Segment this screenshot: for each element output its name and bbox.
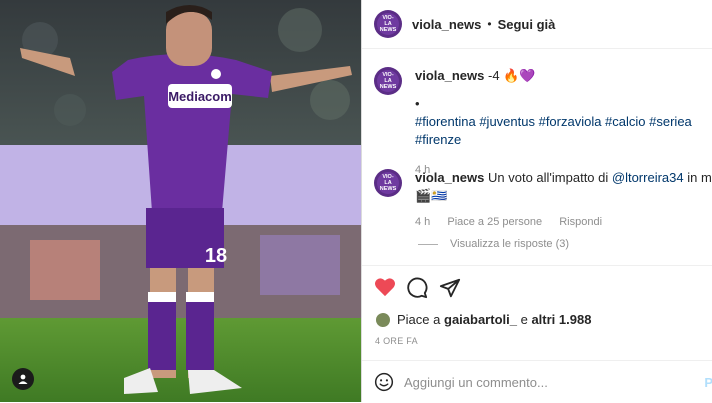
avatar[interactable]: VIO- LA NEWS <box>374 169 402 197</box>
replies-line <box>418 243 438 245</box>
likes-summary: Piace a gaiabartoli_ e altri 1.988 <box>376 312 591 327</box>
comment-text-after: in maglia vio <box>687 170 712 185</box>
post-header: VIO- LA NEWS viola_news • Segui già <box>362 0 712 49</box>
separator-dot: • <box>487 17 492 31</box>
following-button[interactable]: Segui già <box>498 17 556 32</box>
comment-body: viola_news Un voto all'impatto di @ltorr… <box>415 169 712 231</box>
avatar[interactable]: VIO- LA NEWS <box>374 10 402 38</box>
avatar-logo: VIO- LA NEWS <box>377 172 399 194</box>
avatar[interactable]: VIO- LA NEWS <box>374 67 402 95</box>
caption-username[interactable]: viola_news <box>415 68 484 83</box>
comment-composer: Aggiungi un commento... P <box>362 360 712 403</box>
comment-emojis: 🎬🇺🇾 <box>415 188 448 203</box>
comment-mention[interactable]: @ltorreira34 <box>612 170 684 185</box>
post-details-panel: VIO- LA NEWS viola_news • Segui già VIO- LA… <box>361 0 712 402</box>
comment-meta: 4 h Piace a 25 persone Rispondi <box>415 213 712 231</box>
emoji-icon[interactable] <box>374 372 394 392</box>
jersey-sponsor: Mediacom <box>168 89 232 104</box>
liker-avatar[interactable] <box>376 312 390 327</box>
avatar-logo: VIO- LA NEWS <box>377 13 399 35</box>
share-icon[interactable] <box>439 277 461 299</box>
liker-username[interactable]: gaiabartoli_ <box>444 312 517 327</box>
reply-button[interactable]: Rispondi <box>559 216 602 228</box>
publish-button[interactable]: P <box>704 375 712 390</box>
view-replies-label: Visualizza le risposte (3) <box>450 238 570 250</box>
likes-prefix: Piace a <box>397 312 441 327</box>
comment-time: 4 h <box>415 216 431 228</box>
account-name[interactable]: viola_news <box>412 17 481 32</box>
comment-text-before: Un voto all'impatto di <box>488 170 612 185</box>
heart-icon-filled[interactable] <box>374 277 396 297</box>
jersey-number: 18 <box>205 245 227 267</box>
caption-hashtags[interactable]: #fiorentina #juventus #forzaviola #calci… <box>415 113 712 149</box>
user-tag-icon[interactable] <box>12 368 34 390</box>
post-photo[interactable]: Mediacom 18 <box>0 0 361 402</box>
comment-item: VIO- LA NEWS viola_news Un voto all'impatt… <box>374 169 712 231</box>
caption-bullet: • <box>415 96 420 111</box>
comment-username[interactable]: viola_news <box>415 170 484 185</box>
action-bar <box>362 265 712 311</box>
player-image: Mediacom 18 <box>0 0 361 402</box>
likes-others[interactable]: altri 1.988 <box>531 312 591 327</box>
likes-middle: e <box>520 312 528 327</box>
comment-icon[interactable] <box>406 277 428 299</box>
comment-likes[interactable]: Piace a 25 persone <box>447 216 542 228</box>
view-replies-button[interactable]: Visualizza le risposte (3) <box>418 238 569 250</box>
post-caption: VIO- LA NEWS viola_news -4 🔥💜 • #fiorentin… <box>374 67 712 179</box>
comment-input[interactable]: Aggiungi un commento... <box>404 375 548 390</box>
post-timestamp: 4 ORE FA <box>375 336 418 346</box>
caption-body: viola_news -4 🔥💜 • #fiorentina #juventus… <box>415 67 712 179</box>
caption-text: -4 🔥💜 <box>488 68 536 83</box>
avatar-logo: VIO- LA NEWS <box>377 70 399 92</box>
